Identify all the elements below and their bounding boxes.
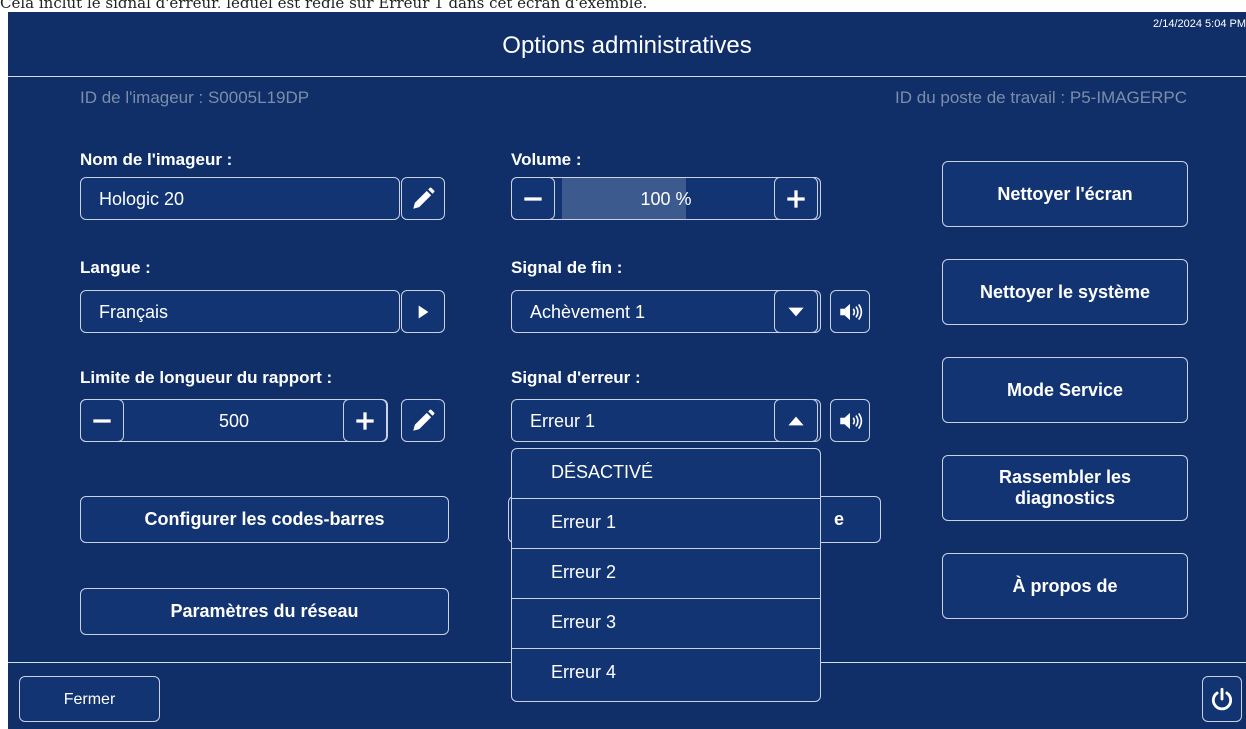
pencil-icon xyxy=(413,408,435,431)
service-mode-button[interactable]: Mode Service xyxy=(942,357,1188,423)
pencil-icon xyxy=(413,186,435,209)
chevron-down-icon xyxy=(788,307,804,316)
admin-options-screen: 2/14/2024 5:04 PM Options administrative… xyxy=(8,12,1246,729)
language-value: Français xyxy=(99,302,169,322)
end-signal-play-sound-button[interactable] xyxy=(830,290,870,333)
end-signal-value: Achèvement 1 xyxy=(530,302,646,322)
report-limit-value: 500 xyxy=(218,411,250,431)
error-signal-play-sound-button[interactable] xyxy=(830,399,870,442)
error-signal-value: Erreur 1 xyxy=(530,411,596,431)
error-signal-dropdown-button[interactable] xyxy=(774,399,818,442)
configure-barcodes-button[interactable]: Configurer les codes-barres xyxy=(80,496,449,543)
report-limit-label: Limite de longueur du rapport : xyxy=(80,368,333,387)
edit-report-limit-button[interactable] xyxy=(401,399,445,442)
instruction-caption: Cela inclut le signal d'erreur, lequel e… xyxy=(0,0,900,8)
header-divider xyxy=(8,76,1246,77)
close-button[interactable]: Fermer xyxy=(19,676,160,722)
workstation-id: ID du poste de travail : P5-IMAGERPC xyxy=(895,88,1187,107)
edit-imager-name-button[interactable] xyxy=(401,177,445,220)
speaker-icon xyxy=(840,303,863,320)
plus-icon xyxy=(356,411,374,430)
volume-label: Volume : xyxy=(511,150,582,169)
page-title: Options administratives xyxy=(502,32,752,59)
imager-id: ID de l'imageur : S0005L19DP xyxy=(80,88,310,107)
error-signal-label: Signal d'erreur : xyxy=(511,368,641,387)
language-label: Langue : xyxy=(80,258,151,277)
dropdown-option-error-2[interactable]: Erreur 2 xyxy=(512,549,820,599)
dropdown-option-error-1[interactable]: Erreur 1 xyxy=(512,499,820,549)
timestamp: 2/14/2024 5:04 PM xyxy=(1153,18,1246,30)
error-signal-options-list: DÉSACTIVÉ Erreur 1 Erreur 2 Erreur 3 Err… xyxy=(511,448,821,702)
plus-icon xyxy=(787,189,805,208)
language-field: Français xyxy=(80,290,400,333)
clean-screen-button[interactable]: Nettoyer l'écran xyxy=(942,161,1188,227)
dropdown-option-error-3[interactable]: Erreur 3 xyxy=(512,599,820,649)
imager-name-value: Hologic 20 xyxy=(99,189,185,209)
gather-diagnostics-button[interactable]: Rassembler les diagnostics xyxy=(942,455,1188,521)
language-next-button[interactable] xyxy=(401,290,445,333)
report-limit-stepper: 500 xyxy=(80,399,388,442)
imager-name-label: Nom de l'imageur : xyxy=(80,150,233,169)
power-icon xyxy=(1211,687,1233,711)
speaker-icon xyxy=(840,412,863,429)
chevron-up-icon xyxy=(788,416,804,425)
volume-increase-button[interactable] xyxy=(774,177,818,220)
minus-icon xyxy=(93,418,111,423)
volume-decrease-button[interactable] xyxy=(511,177,555,220)
power-button[interactable] xyxy=(1202,676,1242,722)
network-settings-button[interactable]: Paramètres du réseau xyxy=(80,588,449,635)
minus-icon xyxy=(524,196,542,201)
about-button[interactable]: À propos de xyxy=(942,553,1188,619)
imager-name-field: Hologic 20 xyxy=(80,177,400,220)
report-limit-decrease-button[interactable] xyxy=(80,399,124,442)
clean-system-button[interactable]: Nettoyer le système xyxy=(942,259,1188,325)
end-signal-label: Signal de fin : xyxy=(511,258,623,277)
end-signal-dropdown-button[interactable] xyxy=(774,290,818,333)
dropdown-option-error-4[interactable]: Erreur 4 xyxy=(512,649,820,699)
play-icon xyxy=(418,305,429,318)
report-limit-increase-button[interactable] xyxy=(343,399,387,442)
dropdown-option-disabled[interactable]: DÉSACTIVÉ xyxy=(512,449,820,499)
